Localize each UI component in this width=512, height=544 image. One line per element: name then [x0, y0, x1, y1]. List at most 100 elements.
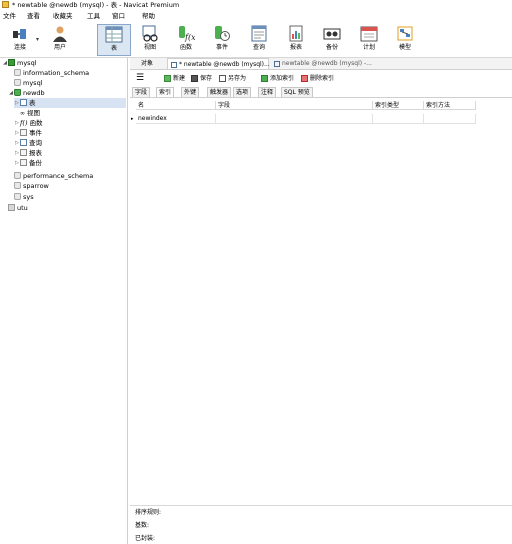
tree-item-label: 报表 [29, 149, 42, 157]
connection-icon [11, 25, 29, 42]
column-header-index-type[interactable]: 索引类型 [373, 101, 424, 110]
save-button[interactable]: 保存 [191, 74, 212, 84]
save-as-button[interactable]: 另存为 [219, 74, 246, 84]
query-icon [250, 25, 268, 42]
tree-item-label: 视图 [27, 109, 40, 117]
tree-item-tables[interactable]: ▷ 表 [14, 98, 126, 108]
svg-text:f(x): f(x) [184, 33, 195, 42]
toolbar-report-button[interactable]: 报表 [282, 24, 310, 56]
tree-item-information-schema[interactable]: information_schema [14, 68, 89, 78]
menu-window[interactable]: 窗口 [112, 10, 125, 22]
tree-item-label: mysql [17, 59, 37, 67]
menu-favorites[interactable]: 收藏夹 [53, 10, 73, 22]
hamburger-menu-icon[interactable]: ☰ [136, 74, 144, 84]
current-row-marker-icon: ▸ [131, 116, 134, 122]
tab-newtable-active[interactable]: * newtable @newdb (mysql)... [167, 58, 270, 69]
tree-item-sys[interactable]: sys [14, 192, 34, 202]
new-button[interactable]: 新建 [164, 74, 185, 84]
table-icon [20, 99, 27, 106]
toolbar-query-label: 查询 [252, 44, 265, 51]
table-row-type-cell[interactable] [373, 114, 424, 124]
tree-item-reports[interactable]: ▷ 报表 [14, 148, 42, 158]
query-icon [20, 139, 27, 146]
toolbar-function-button[interactable]: f(x) 函数 [172, 24, 200, 56]
table-icon [105, 26, 123, 43]
table-row-fields-cell[interactable] [216, 114, 373, 124]
tree-item-label: 备份 [29, 159, 42, 167]
database-icon [14, 193, 21, 200]
tree-item-mysql-connection[interactable]: ◢ mysql [2, 58, 37, 68]
tree-item-queries[interactable]: ▷ 查询 [14, 138, 42, 148]
tree-item-label: utu [17, 204, 28, 212]
database-icon [14, 69, 21, 76]
toolbar-report-label: 报表 [289, 44, 302, 51]
function-icon: f() [20, 119, 28, 127]
user-icon [51, 25, 69, 42]
add-index-button[interactable]: 添加索引 [261, 74, 294, 84]
tree-item-views[interactable]: ∞ 视图 [20, 108, 40, 118]
tree-item-utu-connection[interactable]: utu [8, 203, 28, 213]
navicat-app-icon [2, 1, 9, 8]
toolbar-user-button[interactable]: 用户 [46, 24, 74, 56]
menu-help[interactable]: 帮助 [142, 10, 155, 22]
tree-item-label: newdb [23, 89, 45, 97]
tab-objects[interactable]: 对象 [138, 58, 156, 69]
tree-item-label: 表 [29, 99, 36, 107]
toolbar-function-label: 函数 [179, 44, 192, 51]
tab-fields[interactable]: 字段 [132, 87, 151, 97]
backup-icon [323, 25, 341, 42]
tree-item-performance-schema[interactable]: performance_schema [14, 171, 93, 181]
packed-label: 已封装: [135, 535, 156, 542]
event-icon [20, 129, 27, 136]
tree-item-label: 查询 [29, 139, 42, 147]
connection-dropdown-arrow-icon[interactable]: ▾ [36, 36, 39, 43]
tab-comment[interactable]: 注释 [258, 87, 277, 97]
window-title: * newtable @newdb (mysql) - 表 - Navicat … [12, 1, 180, 9]
toolbar-table-button[interactable]: 表 [97, 24, 131, 56]
toolbar-backup-button[interactable]: 备份 [318, 24, 346, 56]
menu-bar: 文件 查看 收藏夹 工具 窗口 帮助 [0, 10, 512, 22]
index-properties-panel: 排序规则: 基数: 已封装: [130, 505, 512, 544]
delete-index-icon [301, 75, 308, 82]
view-icon [141, 25, 159, 42]
connection-icon [8, 59, 15, 66]
save-as-button-label: 另存为 [228, 75, 247, 82]
tab-triggers[interactable]: 触发器 [207, 87, 232, 97]
column-header-name[interactable]: 名 [136, 101, 216, 110]
menu-file[interactable]: 文件 [3, 10, 16, 22]
column-header-index-method[interactable]: 索引方法 [424, 101, 476, 110]
title-bar: * newtable @newdb (mysql) - 表 - Navicat … [0, 0, 512, 10]
tree-item-mysql-db[interactable]: mysql [14, 78, 43, 88]
toolbar-model-button[interactable]: 模型 [391, 24, 419, 56]
tab-options[interactable]: 选项 [233, 87, 252, 97]
menu-tools[interactable]: 工具 [87, 10, 100, 22]
column-header-fields[interactable]: 字段 [216, 101, 373, 110]
toolbar-view-label: 视图 [143, 44, 156, 51]
tree-item-events[interactable]: ▷ 事件 [14, 128, 42, 138]
toolbar-query-button[interactable]: 查询 [245, 24, 273, 56]
tree-item-sparrow[interactable]: sparrow [14, 181, 49, 191]
table-icon [274, 60, 280, 67]
toolbar-connection-button[interactable]: 连接 [6, 24, 34, 56]
delete-index-button[interactable]: 删除索引 [301, 74, 334, 84]
tab-foreign-keys[interactable]: 外键 [181, 87, 200, 97]
tab-sql-preview[interactable]: SQL 预览 [281, 87, 313, 97]
index-grid: 名 字段 索引类型 索引方法 ▸ newindex [130, 101, 512, 505]
menu-view[interactable]: 查看 [27, 10, 40, 22]
function-icon: f(x) [177, 25, 199, 42]
tree-item-functions[interactable]: ▷f() 函数 [14, 118, 42, 128]
view-icon: ∞ [20, 110, 25, 117]
toolbar-schedule-button[interactable]: 计划 [355, 24, 383, 56]
add-index-button-label: 添加索引 [270, 75, 295, 82]
tab-newtable[interactable]: newtable @newdb (mysql) -... [271, 58, 375, 69]
connection-icon [8, 204, 15, 211]
tab-indexes[interactable]: 索引 [156, 87, 175, 97]
toolbar-view-button[interactable]: 视图 [136, 24, 164, 56]
tree-item-backups[interactable]: ▷ 备份 [14, 158, 42, 168]
toolbar-event-button[interactable]: 事件 [208, 24, 236, 56]
save-icon [191, 75, 198, 82]
backup-icon [20, 159, 27, 166]
table-row-method-cell[interactable] [424, 114, 476, 124]
table-row-name-cell[interactable]: newindex [136, 114, 216, 124]
tree-item-newdb[interactable]: ◢ newdb [8, 88, 45, 98]
